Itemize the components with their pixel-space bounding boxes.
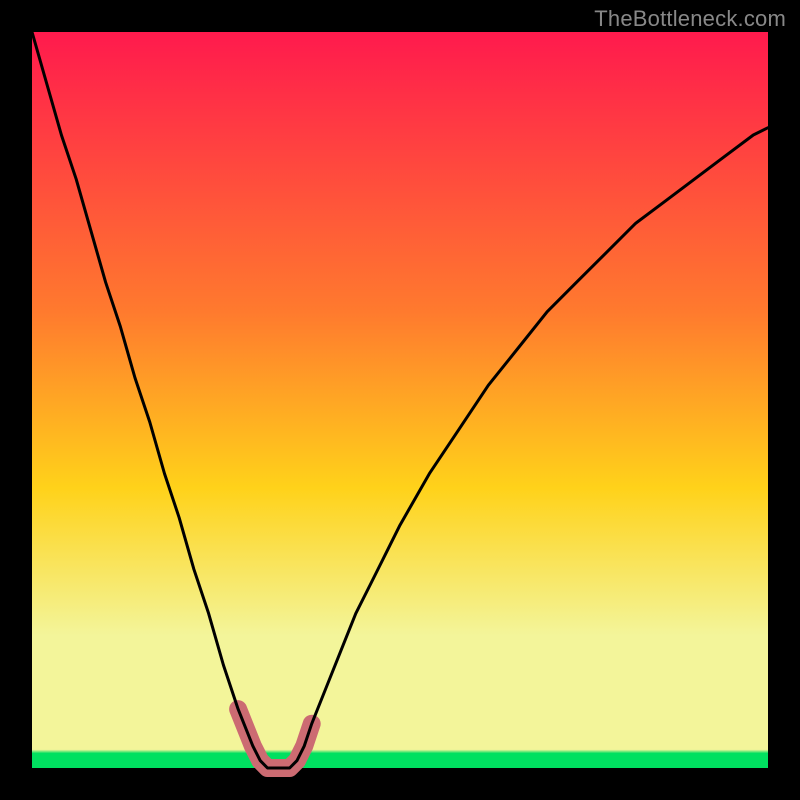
watermark-text: TheBottleneck.com: [594, 6, 786, 32]
chart-svg: [0, 0, 800, 800]
